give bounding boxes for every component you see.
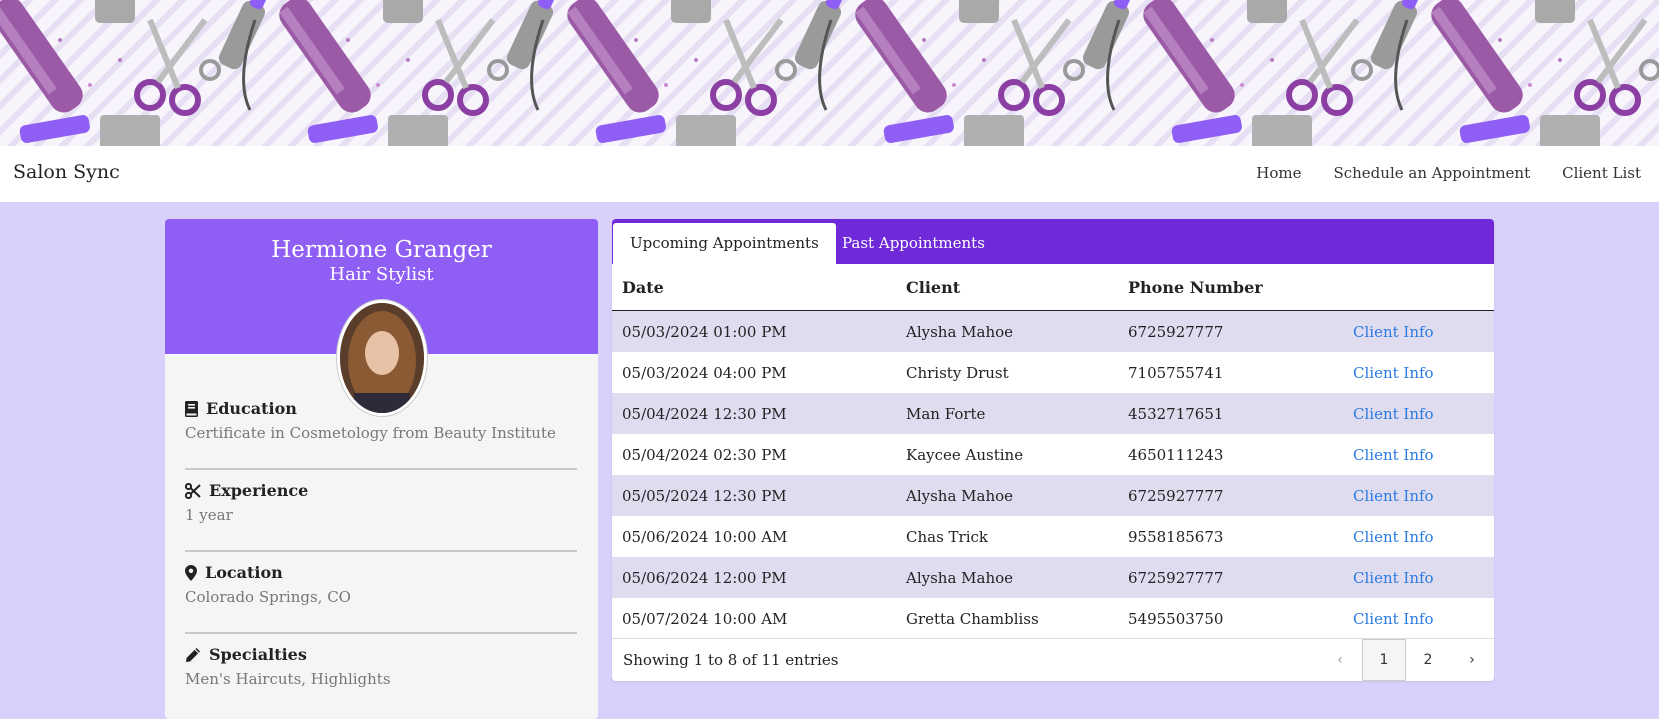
- appointment-phone: 9558185673: [1118, 516, 1343, 557]
- appointment-date: 05/04/2024 12:30 PM: [612, 393, 896, 434]
- appointment-phone: 4650111243: [1118, 434, 1343, 475]
- table-row: 05/07/2024 10:00 AM Gretta Chambliss 549…: [612, 598, 1494, 639]
- appointment-tabs: Upcoming Appointments Past Appointments: [612, 219, 1494, 264]
- banner-pattern: [0, 0, 1659, 146]
- client-info-link[interactable]: Client Info: [1353, 364, 1434, 382]
- appointment-date: 05/03/2024 01:00 PM: [612, 310, 896, 352]
- page-1-button[interactable]: 1: [1362, 639, 1406, 681]
- appointment-client: Kaycee Austine: [896, 434, 1118, 475]
- page-2-button[interactable]: 2: [1406, 639, 1450, 681]
- divider: [185, 550, 577, 552]
- client-info-link[interactable]: Client Info: [1353, 569, 1434, 587]
- nav-links: Home Schedule an Appointment Client List: [1224, 164, 1641, 182]
- education-value: Certificate in Cosmetology from Beauty I…: [185, 424, 556, 442]
- appointment-date: 05/06/2024 12:00 PM: [612, 557, 896, 598]
- top-navbar: Salon Sync Home Schedule an Appointment …: [0, 146, 1659, 202]
- client-info-link[interactable]: Client Info: [1353, 528, 1434, 546]
- appointment-phone: 6725927777: [1118, 557, 1343, 598]
- appointment-date: 05/05/2024 12:30 PM: [612, 475, 896, 516]
- divider: [185, 468, 577, 470]
- next-page-button[interactable]: ›: [1450, 639, 1494, 681]
- nav-client-list-link[interactable]: Client List: [1562, 164, 1641, 182]
- stylist-name: Hermione Granger: [271, 237, 492, 263]
- table-row: 05/06/2024 10:00 AM Chas Trick 955818567…: [612, 516, 1494, 557]
- appointment-date: 05/03/2024 04:00 PM: [612, 352, 896, 393]
- client-info-link[interactable]: Client Info: [1353, 323, 1434, 341]
- divider: [185, 632, 577, 634]
- appointment-phone: 7105755741: [1118, 352, 1343, 393]
- column-header-client[interactable]: Client: [896, 264, 1118, 311]
- previous-page-button[interactable]: ‹: [1318, 639, 1362, 681]
- appointment-date: 05/06/2024 10:00 AM: [612, 516, 896, 557]
- appointments-panel: Upcoming Appointments Past Appointments …: [612, 219, 1494, 681]
- appointment-client: Gretta Chambliss: [896, 598, 1118, 639]
- table-row: 05/04/2024 12:30 PM Man Forte 4532717651…: [612, 393, 1494, 434]
- experience-value: 1 year: [185, 506, 233, 524]
- table-row: 05/03/2024 04:00 PM Christy Drust 710575…: [612, 352, 1494, 393]
- table-row: 05/04/2024 02:30 PM Kaycee Austine 46501…: [612, 434, 1494, 475]
- hair-tools-banner: [0, 0, 1659, 146]
- appointments-table: Date Client Phone Number 05/03/2024 01:0…: [612, 264, 1494, 639]
- entries-info: Showing 1 to 8 of 11 entries: [623, 651, 839, 669]
- appointment-phone: 5495503750: [1118, 598, 1343, 639]
- table-row: 05/06/2024 12:00 PM Alysha Mahoe 6725927…: [612, 557, 1494, 598]
- column-header-date[interactable]: Date: [612, 264, 896, 311]
- table-header-row: Date Client Phone Number: [612, 264, 1494, 311]
- table-row: 05/05/2024 12:30 PM Alysha Mahoe 6725927…: [612, 475, 1494, 516]
- specialties-value: Men's Haircuts, Highlights: [185, 670, 391, 688]
- nav-home-link[interactable]: Home: [1256, 164, 1301, 182]
- tab-past-appointments[interactable]: Past Appointments: [825, 223, 1002, 264]
- appointment-date: 05/07/2024 10:00 AM: [612, 598, 896, 639]
- client-info-link[interactable]: Client Info: [1353, 405, 1434, 423]
- appointment-client: Man Forte: [896, 393, 1118, 434]
- pagination: ‹ 1 2 ›: [1318, 639, 1494, 681]
- location-title: Location: [205, 563, 283, 582]
- scissors-icon: [185, 482, 201, 499]
- column-header-phone[interactable]: Phone Number: [1118, 264, 1343, 311]
- map-pin-icon: [185, 564, 197, 581]
- appointment-client: Alysha Mahoe: [896, 310, 1118, 352]
- appointment-client: Christy Drust: [896, 352, 1118, 393]
- education-section: Education Certificate in Cosmetology fro…: [185, 399, 577, 442]
- brand-logo-text[interactable]: Salon Sync: [13, 161, 120, 183]
- experience-title: Experience: [209, 481, 309, 500]
- appointment-client: Alysha Mahoe: [896, 475, 1118, 516]
- specialties-section: Specialties Men's Haircuts, Highlights: [185, 645, 577, 688]
- book-icon: [185, 400, 198, 417]
- table-row: 05/03/2024 01:00 PM Alysha Mahoe 6725927…: [612, 310, 1494, 352]
- location-value: Colorado Springs, CO: [185, 588, 351, 606]
- experience-section: Experience 1 year: [185, 481, 577, 524]
- appointment-phone: 6725927777: [1118, 475, 1343, 516]
- client-info-link[interactable]: Client Info: [1353, 610, 1434, 628]
- specialties-title: Specialties: [209, 645, 307, 664]
- appointment-phone: 4532717651: [1118, 393, 1343, 434]
- appointment-client: Alysha Mahoe: [896, 557, 1118, 598]
- appointment-client: Chas Trick: [896, 516, 1118, 557]
- nav-schedule-appointment-link[interactable]: Schedule an Appointment: [1333, 164, 1530, 182]
- stylist-role: Hair Stylist: [329, 264, 434, 285]
- client-info-link[interactable]: Client Info: [1353, 487, 1434, 505]
- column-header-actions: [1343, 264, 1494, 311]
- stylist-profile-card: Hermione Granger Hair Stylist Education …: [165, 219, 598, 719]
- client-info-link[interactable]: Client Info: [1353, 446, 1434, 464]
- location-section: Location Colorado Springs, CO: [185, 563, 577, 606]
- table-footer: Showing 1 to 8 of 11 entries ‹ 1 2 ›: [612, 638, 1494, 681]
- appointment-date: 05/04/2024 02:30 PM: [612, 434, 896, 475]
- pencil-icon: [186, 647, 200, 662]
- education-title: Education: [206, 399, 297, 418]
- appointment-phone: 6725927777: [1118, 310, 1343, 352]
- avatar-portrait: [340, 303, 424, 413]
- tab-upcoming-appointments[interactable]: Upcoming Appointments: [613, 223, 836, 264]
